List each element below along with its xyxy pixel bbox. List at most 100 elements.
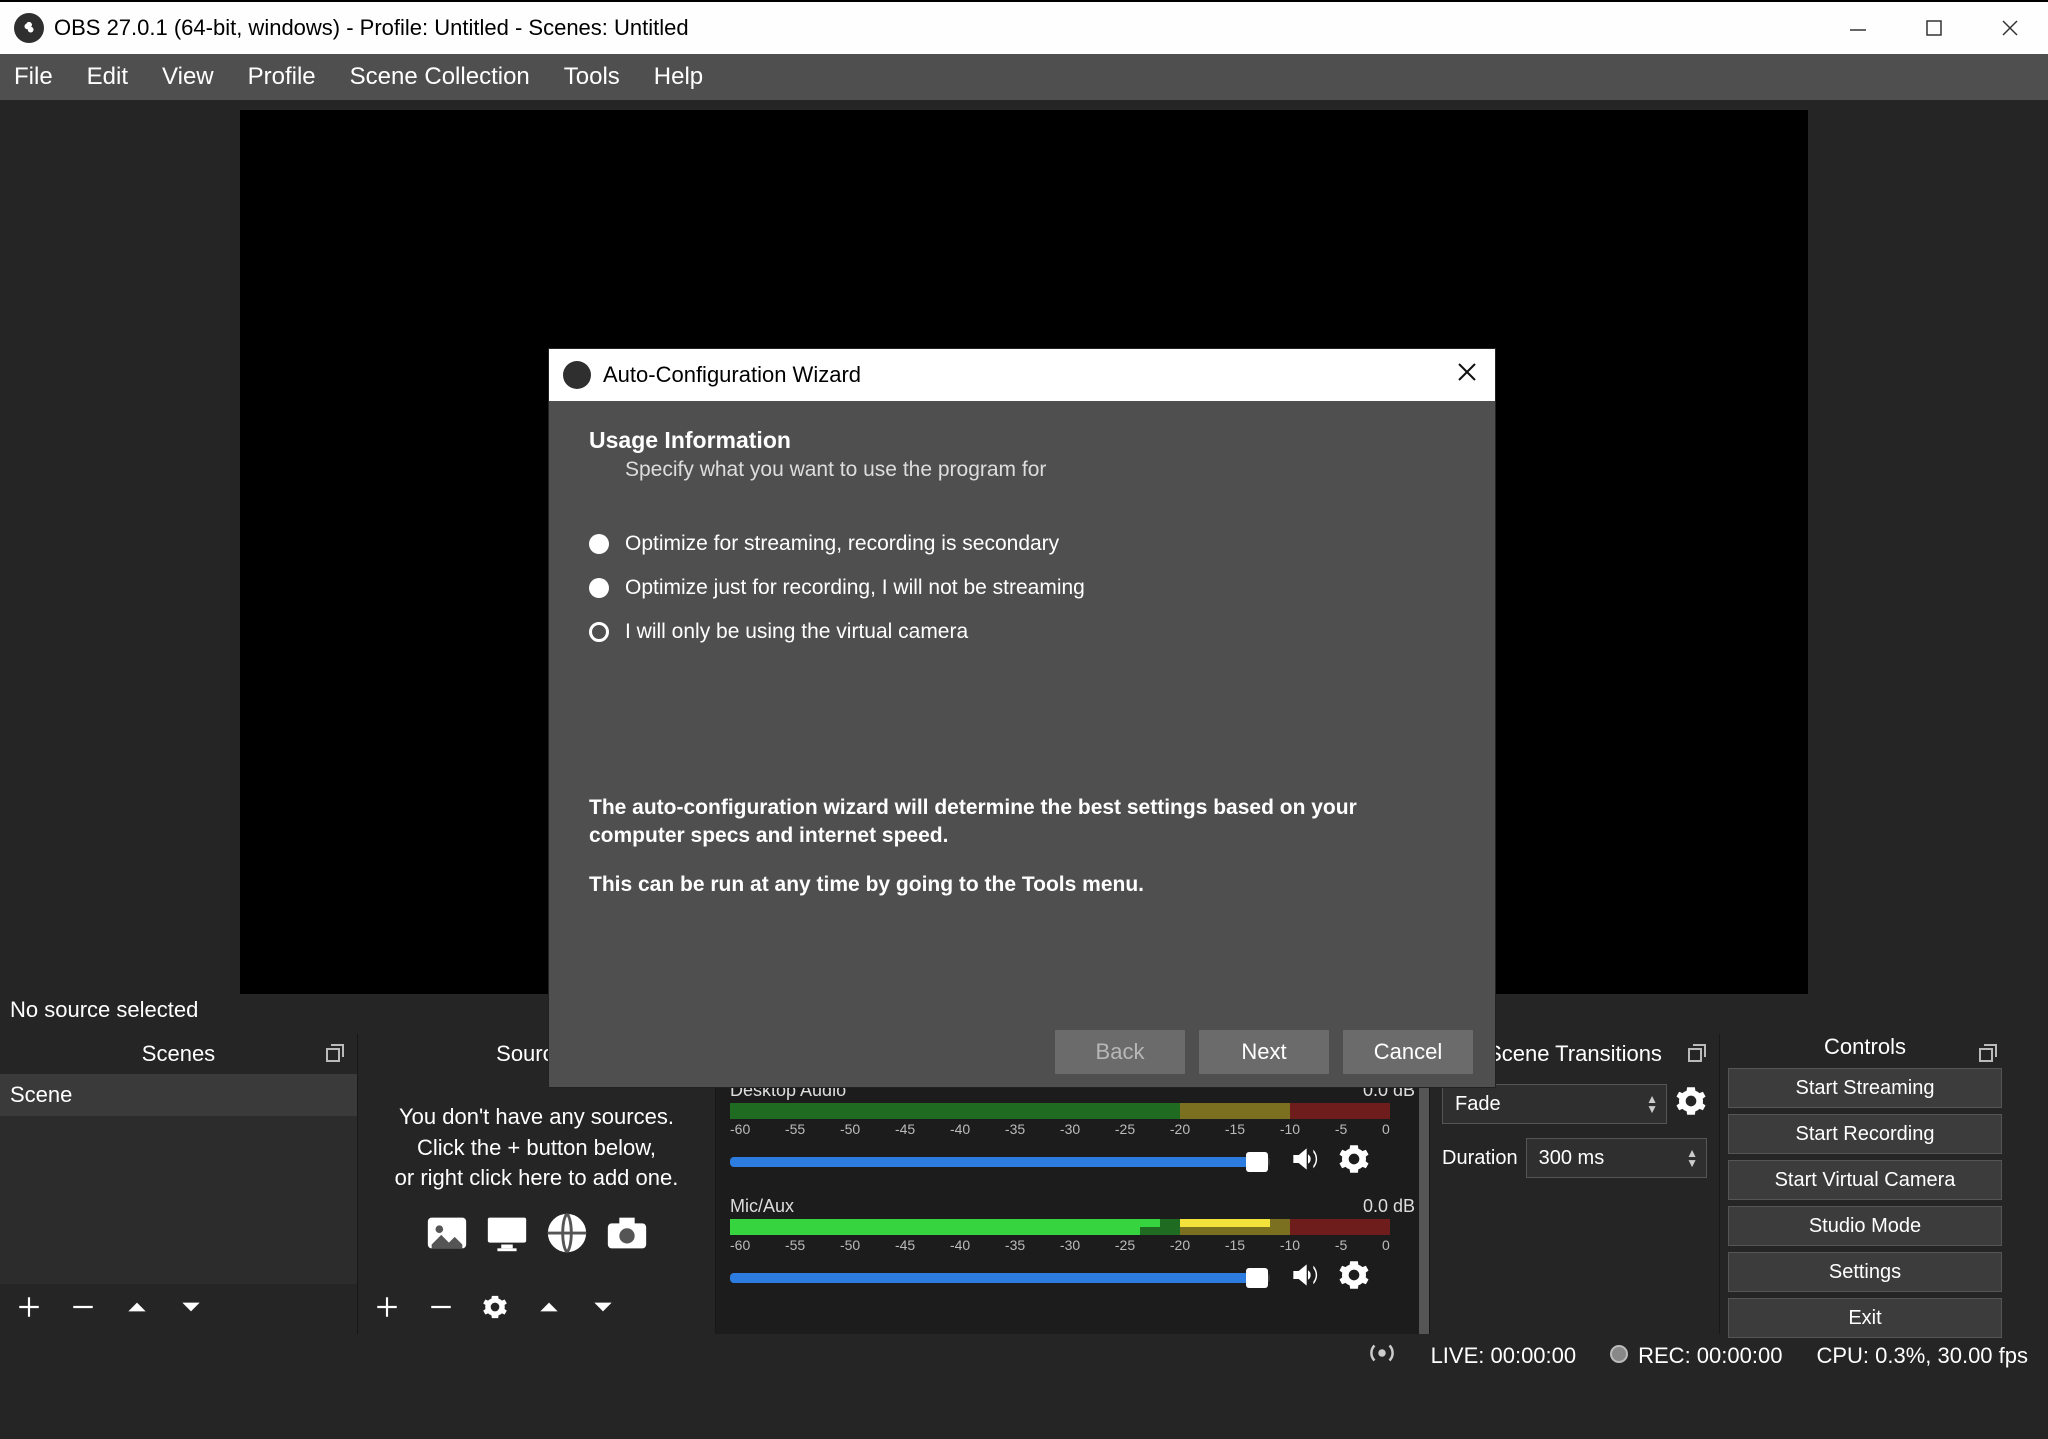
source-settings-gear-icon[interactable]	[482, 1294, 508, 1325]
wizard-note: The auto-configuration wizard will deter…	[589, 794, 1455, 851]
start-recording-button[interactable]: Start Recording	[1728, 1114, 2002, 1154]
window-close-button[interactable]	[1972, 2, 2048, 54]
dialog-body: Usage Information Specify what you want …	[549, 401, 1495, 1017]
scenes-list[interactable]: Scene	[0, 1074, 357, 1284]
window-title: OBS 27.0.1 (64-bit, windows) - Profile: …	[54, 15, 689, 41]
track-settings-gear-icon[interactable]	[1338, 1259, 1370, 1296]
scene-up-button[interactable]	[124, 1294, 150, 1325]
radio-icon	[589, 578, 609, 598]
track-settings-gear-icon[interactable]	[1338, 1143, 1370, 1180]
wizard-subheading: Specify what you want to use the program…	[625, 458, 1455, 482]
menubar: File Edit View Profile Scene Collection …	[0, 54, 2048, 100]
radio-icon	[589, 622, 609, 642]
popout-icon[interactable]	[325, 1043, 345, 1063]
scene-transitions-title: Scene Transitions	[1487, 1041, 1662, 1067]
menu-view[interactable]: View	[162, 63, 214, 91]
mixer-scrollbar[interactable]	[1419, 1074, 1429, 1334]
popout-icon[interactable]	[1687, 1043, 1707, 1063]
radio-icon	[589, 534, 609, 554]
studio-mode-button[interactable]: Studio Mode	[1728, 1206, 2002, 1246]
transition-selected-value: Fade	[1455, 1093, 1501, 1116]
audio-meter	[730, 1103, 1390, 1119]
controls-header: Controls	[1720, 1034, 2010, 1060]
obs-logo-icon	[14, 13, 44, 43]
volume-slider[interactable]	[730, 1273, 1270, 1283]
mixer-track-desktop-audio: Desktop Audio 0.0 dB -60-55-50-45-40-35-…	[730, 1080, 1415, 1180]
scenes-header: Scenes	[0, 1034, 357, 1074]
scenes-title: Scenes	[142, 1041, 215, 1067]
start-virtual-camera-button[interactable]: Start Virtual Camera	[1728, 1160, 2002, 1200]
mixer-track-db: 0.0 dB	[1363, 1196, 1415, 1217]
sources-empty[interactable]: You don't have any sources. Click the + …	[358, 1074, 715, 1284]
source-up-button[interactable]	[536, 1294, 562, 1325]
back-button[interactable]: Back	[1055, 1030, 1185, 1074]
menu-file[interactable]: File	[14, 63, 53, 91]
duration-label: Duration	[1442, 1147, 1518, 1170]
mixer-track-name: Mic/Aux	[730, 1196, 794, 1217]
transition-select[interactable]: Fade ▲▼	[1442, 1084, 1667, 1124]
dialog-footer: Back Next Cancel	[549, 1017, 1495, 1087]
display-icon	[484, 1210, 530, 1256]
remove-source-button[interactable]	[428, 1294, 454, 1325]
menu-tools[interactable]: Tools	[564, 63, 620, 91]
popout-icon[interactable]	[1978, 1043, 1998, 1063]
sources-empty-line: Click the + button below,	[417, 1133, 656, 1164]
volume-slider[interactable]	[730, 1157, 1270, 1167]
exit-button[interactable]: Exit	[1728, 1298, 2002, 1338]
sources-empty-line: or right click here to add one.	[395, 1163, 679, 1194]
speaker-icon[interactable]	[1288, 1143, 1320, 1180]
rec-status: REC: 00:00:00	[1638, 1343, 1782, 1368]
wizard-option-streaming[interactable]: Optimize for streaming, recording is sec…	[589, 532, 1455, 556]
menu-profile[interactable]: Profile	[248, 63, 316, 91]
globe-icon	[544, 1210, 590, 1256]
speaker-icon[interactable]	[1288, 1259, 1320, 1296]
wizard-heading: Usage Information	[589, 427, 1455, 454]
audio-mixer-body: Desktop Audio 0.0 dB -60-55-50-45-40-35-…	[716, 1074, 1429, 1334]
live-status: LIVE: 00:00:00	[1431, 1343, 1577, 1369]
start-streaming-button[interactable]: Start Streaming	[1728, 1068, 2002, 1108]
sources-empty-line: You don't have any sources.	[399, 1102, 674, 1133]
broadcast-icon	[1367, 1338, 1397, 1374]
source-down-button[interactable]	[590, 1294, 616, 1325]
add-scene-button[interactable]	[16, 1294, 42, 1325]
wizard-option-label: I will only be using the virtual camera	[625, 620, 968, 644]
chevron-updown-icon: ▲▼	[1686, 1148, 1698, 1168]
scene-item[interactable]: Scene	[0, 1074, 357, 1116]
window-minimize-button[interactable]	[1820, 2, 1896, 54]
no-source-label: No source selected	[10, 997, 198, 1023]
cancel-button[interactable]: Cancel	[1343, 1030, 1473, 1074]
dialog-title: Auto-Configuration Wizard	[603, 362, 861, 388]
wizard-option-virtual-camera[interactable]: I will only be using the virtual camera	[589, 620, 1455, 644]
menu-edit[interactable]: Edit	[87, 63, 128, 91]
next-button[interactable]: Next	[1199, 1030, 1329, 1074]
meter-ticks: -60-55-50-45-40-35-30-25-20-15-10-50	[730, 1237, 1390, 1255]
cpu-status: CPU: 0.3%, 30.00 fps	[1816, 1343, 2028, 1369]
obs-logo-icon	[563, 361, 591, 389]
duration-stepper[interactable]: 300 ms ▲▼	[1526, 1138, 1707, 1178]
window-maximize-button[interactable]	[1896, 2, 1972, 54]
duration-value: 300 ms	[1539, 1147, 1605, 1170]
dialog-close-button[interactable]	[1455, 359, 1479, 391]
menu-help[interactable]: Help	[654, 63, 703, 91]
meter-ticks: -60-55-50-45-40-35-30-25-20-15-10-50	[730, 1121, 1390, 1139]
controls-dock: Controls Start Streaming Start Recording…	[1720, 1034, 2010, 1334]
camera-icon	[604, 1210, 650, 1256]
wizard-note: This can be run at any time by going to …	[589, 871, 1455, 899]
wizard-option-label: Optimize for streaming, recording is sec…	[625, 532, 1059, 556]
chevron-updown-icon: ▲▼	[1646, 1094, 1658, 1114]
menu-scene-collection[interactable]: Scene Collection	[350, 63, 530, 91]
rec-dot-icon	[1610, 1345, 1628, 1363]
audio-meter	[730, 1219, 1390, 1235]
remove-scene-button[interactable]	[70, 1294, 96, 1325]
controls-title: Controls	[1824, 1034, 1906, 1060]
sources-footer	[358, 1284, 715, 1334]
scene-down-button[interactable]	[178, 1294, 204, 1325]
settings-button[interactable]: Settings	[1728, 1252, 2002, 1292]
scenes-footer	[0, 1284, 357, 1334]
wizard-option-recording[interactable]: Optimize just for recording, I will not …	[589, 576, 1455, 600]
window-titlebar: OBS 27.0.1 (64-bit, windows) - Profile: …	[0, 0, 2048, 54]
transition-settings-gear-icon[interactable]	[1675, 1085, 1707, 1123]
scenes-dock: Scenes Scene	[0, 1034, 358, 1334]
add-source-button[interactable]	[374, 1294, 400, 1325]
image-icon	[424, 1210, 470, 1256]
